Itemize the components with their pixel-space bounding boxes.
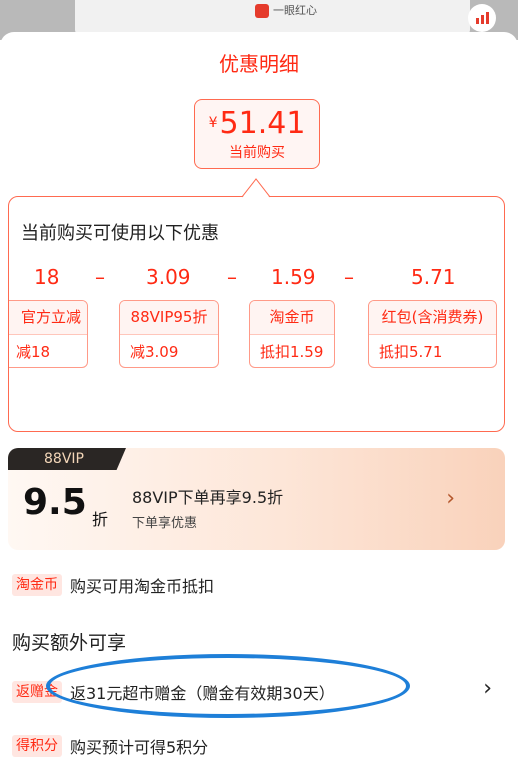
chip-redpacket: 红包(含消费券) 抵扣5.71 [368,300,497,368]
points-text: 购买预计可得5积分 [70,738,209,757]
amount-redpacket: 5.71 [411,265,456,289]
extra-benefits-title: 购买额外可享 [12,632,127,654]
price-value: 51.41 [219,106,306,141]
vip-tag: 88VIP [8,448,126,470]
price-label: 当前购买 [229,145,285,161]
annotation-ellipse [46,654,410,718]
amount-official: 18 [34,265,60,289]
current-price-box: ¥51.41 当前购买 [194,99,320,169]
chip-taojinbi: 淘金币 抵扣1.59 [249,300,335,368]
amount-coin: 1.59 [271,265,316,289]
chevron-right-icon[interactable]: › [483,676,492,701]
vip-sub-text: 下单享优惠 [132,516,198,531]
taojinbi-badge: 淘金币 [12,574,62,596]
chip-detail: 抵扣5.71 [379,343,443,361]
currency-symbol: ¥ [208,115,218,131]
chip-official-discount: 官方立减 减18 [9,300,88,368]
vip-rate: 9.5 [23,482,87,523]
banner-text: 一眼红心 [273,4,317,17]
chip-detail: 减3.09 [130,343,179,361]
vip-main-text: 88VIP下单再享9.5折 [132,488,284,507]
discount-detail-sheet: 优惠明细 ¥51.41 当前购买 当前购买可使用以下优惠 18 – 3.09 –… [0,32,518,763]
chip-88vip: 88VIP95折 减3.09 [119,300,219,368]
chip-detail: 减18 [16,343,51,361]
chevron-right-icon[interactable]: › [446,486,455,511]
vip-rate-unit: 折 [92,510,109,529]
minus-sign: – [227,265,237,289]
chart-icon[interactable] [468,4,496,32]
minus-sign: – [95,265,105,289]
chip-name: 淘金币 [250,301,334,335]
sheet-title: 优惠明细 [219,52,299,76]
chip-name: 88VIP95折 [120,301,218,335]
chip-detail: 抵扣1.59 [260,343,324,361]
points-row: 得积分 购买预计可得5积分 [12,733,208,759]
discount-amounts: 18 – 3.09 – 1.59 – 5.71 [9,265,504,293]
product-box: 一眼红心 [75,0,470,34]
points-badge: 得积分 [12,735,62,757]
taojinbi-text: 购买可用淘金币抵扣 [70,577,215,596]
panel-title: 当前购买可使用以下优惠 [21,223,219,244]
chip-name: 红包(含消费券) [369,301,496,335]
amount-vip: 3.09 [146,265,191,289]
discount-breakdown-panel: 当前购买可使用以下优惠 18 – 3.09 – 1.59 – 5.71 官方立减… [8,196,505,432]
chip-name: 官方立减 [9,301,87,335]
price-pointer-icon [242,178,270,198]
taojinbi-row: 淘金币 购买可用淘金币抵扣 [12,572,214,598]
brand-logo-icon [255,4,269,18]
vip-discount-card[interactable]: 88VIP 9.5 折 88VIP下单再享9.5折 下单享优惠 › [8,448,505,550]
minus-sign: – [344,265,354,289]
